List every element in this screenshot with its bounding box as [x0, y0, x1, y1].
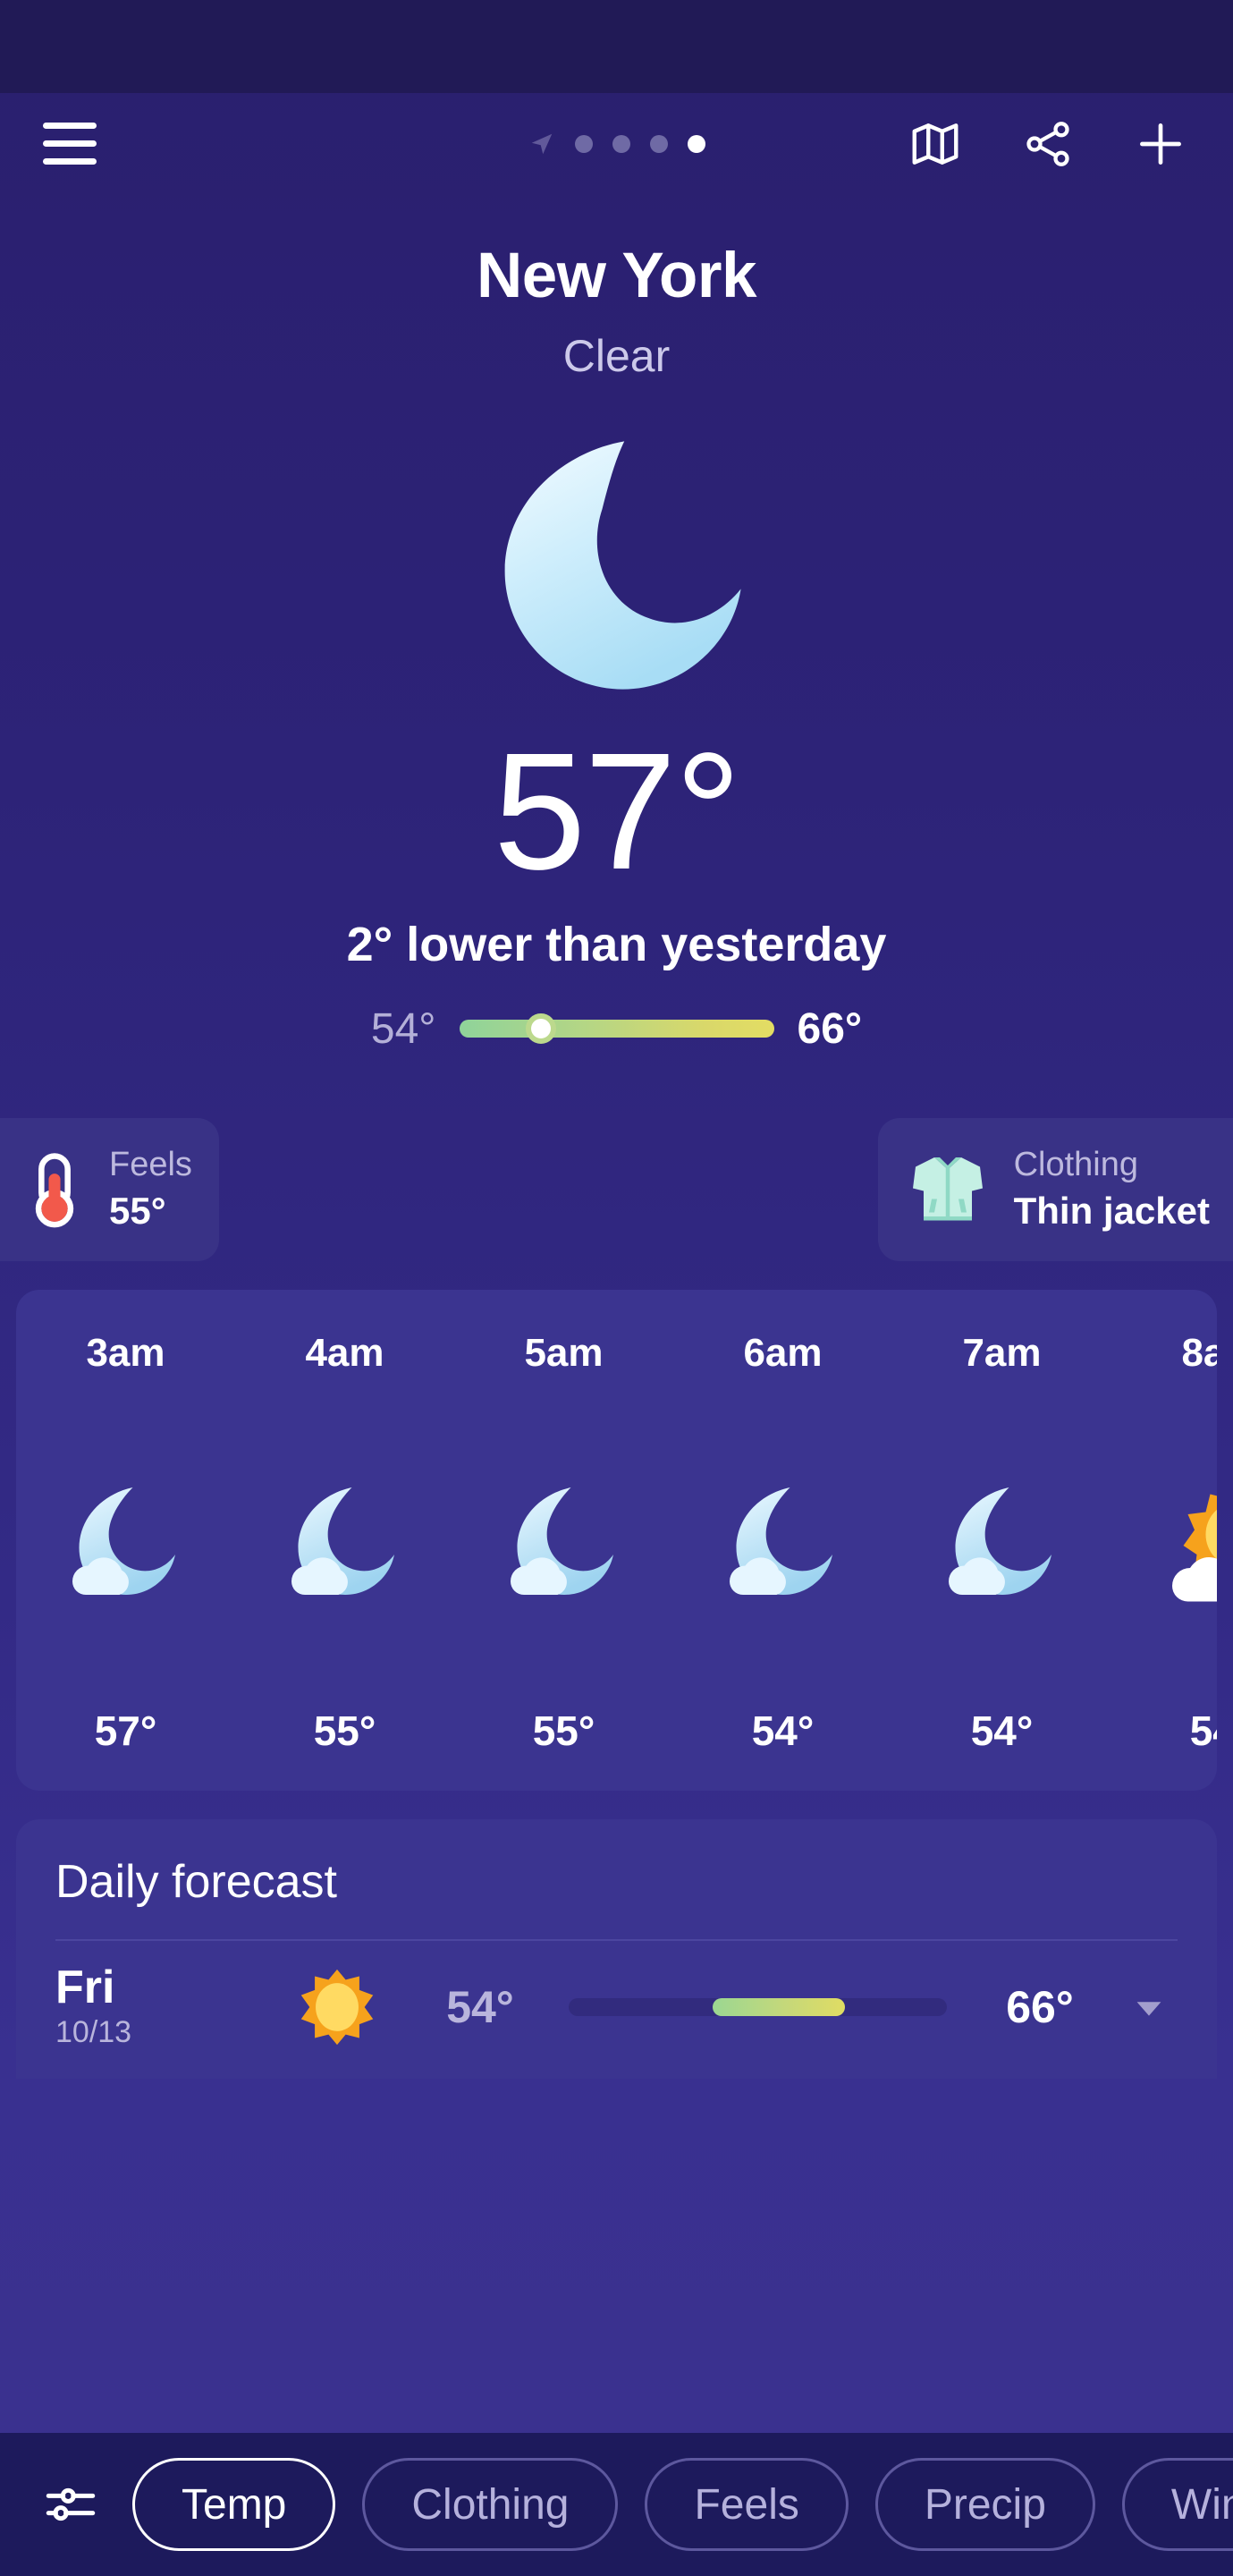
chevron-down-icon[interactable]: [1120, 1987, 1178, 2028]
status-bar: [0, 0, 1233, 93]
moon-cloud-icon: [497, 1465, 631, 1617]
clothing-card[interactable]: Clothing Thin jacket: [877, 1117, 1233, 1261]
hour-temperature: 55°: [532, 1707, 595, 1754]
feels-text: Feels 55°: [109, 1144, 192, 1235]
map-icon[interactable]: [906, 114, 965, 174]
feels-card[interactable]: Feels 55°: [0, 1117, 219, 1261]
filter-chip-wind[interactable]: Wind: [1121, 2458, 1233, 2551]
hourly-forecast-item[interactable]: 8am 54°: [1111, 1331, 1217, 1755]
hour-time: 6am: [743, 1330, 823, 1375]
day-date: 10/13: [55, 2014, 132, 2049]
clothing-label: Clothing: [1013, 1145, 1139, 1183]
hamburger-line: [43, 158, 97, 165]
thermometer-icon: [35, 1152, 74, 1227]
hourly-forecast-item[interactable]: 5am 55°: [454, 1331, 673, 1755]
filter-chip-feels[interactable]: Feels: [645, 2458, 849, 2551]
hour-time: 3am: [86, 1330, 165, 1375]
filter-chip-clothing[interactable]: Clothing: [362, 2458, 619, 2551]
weather-app-screen: New York Clear 57° 2° lower than yesterd…: [0, 0, 1233, 2576]
day-range-bar: [569, 1997, 947, 2016]
hourly-forecast-item[interactable]: 6am 54°: [673, 1331, 892, 1755]
hour-temperature: 54°: [751, 1707, 815, 1754]
current-weather-hero: New York Clear 57° 2° lower than yesterd…: [0, 241, 1233, 1054]
clothing-value: Thin jacket: [1013, 1190, 1210, 1233]
feels-label: Feels: [109, 1145, 192, 1183]
page-dot-active[interactable]: [687, 134, 705, 153]
hourly-forecast-item[interactable]: 4am 55°: [235, 1331, 454, 1755]
crescent-moon-icon: [504, 440, 741, 690]
temperature-comparison: 2° lower than yesterday: [346, 917, 887, 971]
hourly-forecast-item[interactable]: 3am 57°: [16, 1331, 235, 1755]
hamburger-line: [43, 140, 97, 147]
jacket-icon: [912, 1157, 983, 1221]
info-cards-row: Feels 55° Clothing Thin jacket: [0, 1117, 1233, 1261]
moon-cloud-icon: [716, 1465, 850, 1617]
daily-forecast-card: Daily forecast Fri 10/13 54° 66°: [16, 1818, 1217, 2079]
hour-temperature: 54°: [1189, 1707, 1217, 1754]
hour-time: 5am: [524, 1330, 604, 1375]
page-title: New York: [476, 241, 757, 311]
filter-chip-group: Temp Clothing Feels Precip Wind: [132, 2458, 1233, 2551]
page-dot[interactable]: [574, 134, 593, 153]
sun-icon: [270, 1966, 404, 2048]
filter-chip-precip[interactable]: Precip: [874, 2458, 1095, 2551]
current-temperature: 57°: [493, 718, 741, 904]
hourly-forecast-strip[interactable]: 3am 57°4am 55°5am 55°6am 54°7am 54°8am 5…: [16, 1290, 1217, 1791]
share-icon[interactable]: [1018, 114, 1077, 174]
condition-text: Clear: [562, 330, 671, 381]
moon-cloud-icon: [278, 1465, 412, 1617]
table-row[interactable]: Fri 10/13 54° 66°: [16, 1941, 1217, 2050]
sliders-icon[interactable]: [36, 2475, 106, 2534]
page-dot[interactable]: [612, 134, 630, 153]
hero-weather-icon-wrap: [0, 418, 1233, 713]
filter-chip-temp[interactable]: Temp: [132, 2458, 336, 2551]
day-low-temp: 54°: [446, 1981, 514, 2032]
temperature-range: 54° 66°: [0, 1004, 1233, 1054]
hour-temperature: 57°: [94, 1707, 157, 1754]
hour-time: 4am: [305, 1330, 384, 1375]
clothing-text: Clothing Thin jacket: [1014, 1144, 1210, 1235]
day-label-group: Fri 10/13: [55, 1961, 261, 2050]
hamburger-line: [43, 123, 97, 129]
temperature-range-bar[interactable]: [459, 1013, 774, 1045]
range-low-value: 54°: [370, 1004, 436, 1053]
plus-icon[interactable]: [1131, 114, 1190, 174]
hour-time: 7am: [962, 1330, 1042, 1375]
feels-value: 55°: [109, 1190, 166, 1233]
range-high-value: 66°: [797, 1004, 863, 1053]
moon-cloud-icon: [935, 1465, 1069, 1617]
hour-temperature: 54°: [970, 1707, 1034, 1754]
top-navigation-bar: [0, 93, 1233, 194]
hamburger-menu-icon[interactable]: [43, 117, 111, 171]
daily-forecast-title: Daily forecast: [55, 1855, 337, 1908]
day-name: Fri: [55, 1961, 115, 2013]
sun-cloud-icon: [1154, 1465, 1217, 1617]
day-range-fill: [712, 1997, 845, 2016]
hourly-forecast-card[interactable]: 3am 57°4am 55°5am 55°6am 54°7am 54°8am 5…: [16, 1289, 1217, 1791]
page-dot[interactable]: [649, 134, 668, 153]
location-arrow-icon: [531, 133, 552, 154]
range-knob[interactable]: [526, 1013, 557, 1045]
bottom-filter-bar: Temp Clothing Feels Precip Wind: [0, 2433, 1233, 2576]
moon-cloud-icon: [59, 1465, 193, 1617]
hour-temperature: 55°: [313, 1707, 376, 1754]
day-high-temp: 66°: [1006, 1981, 1074, 2032]
hourly-forecast-item[interactable]: 7am 54°: [892, 1331, 1111, 1755]
nav-actions: [906, 114, 1190, 174]
hour-time: 8am: [1181, 1330, 1217, 1375]
